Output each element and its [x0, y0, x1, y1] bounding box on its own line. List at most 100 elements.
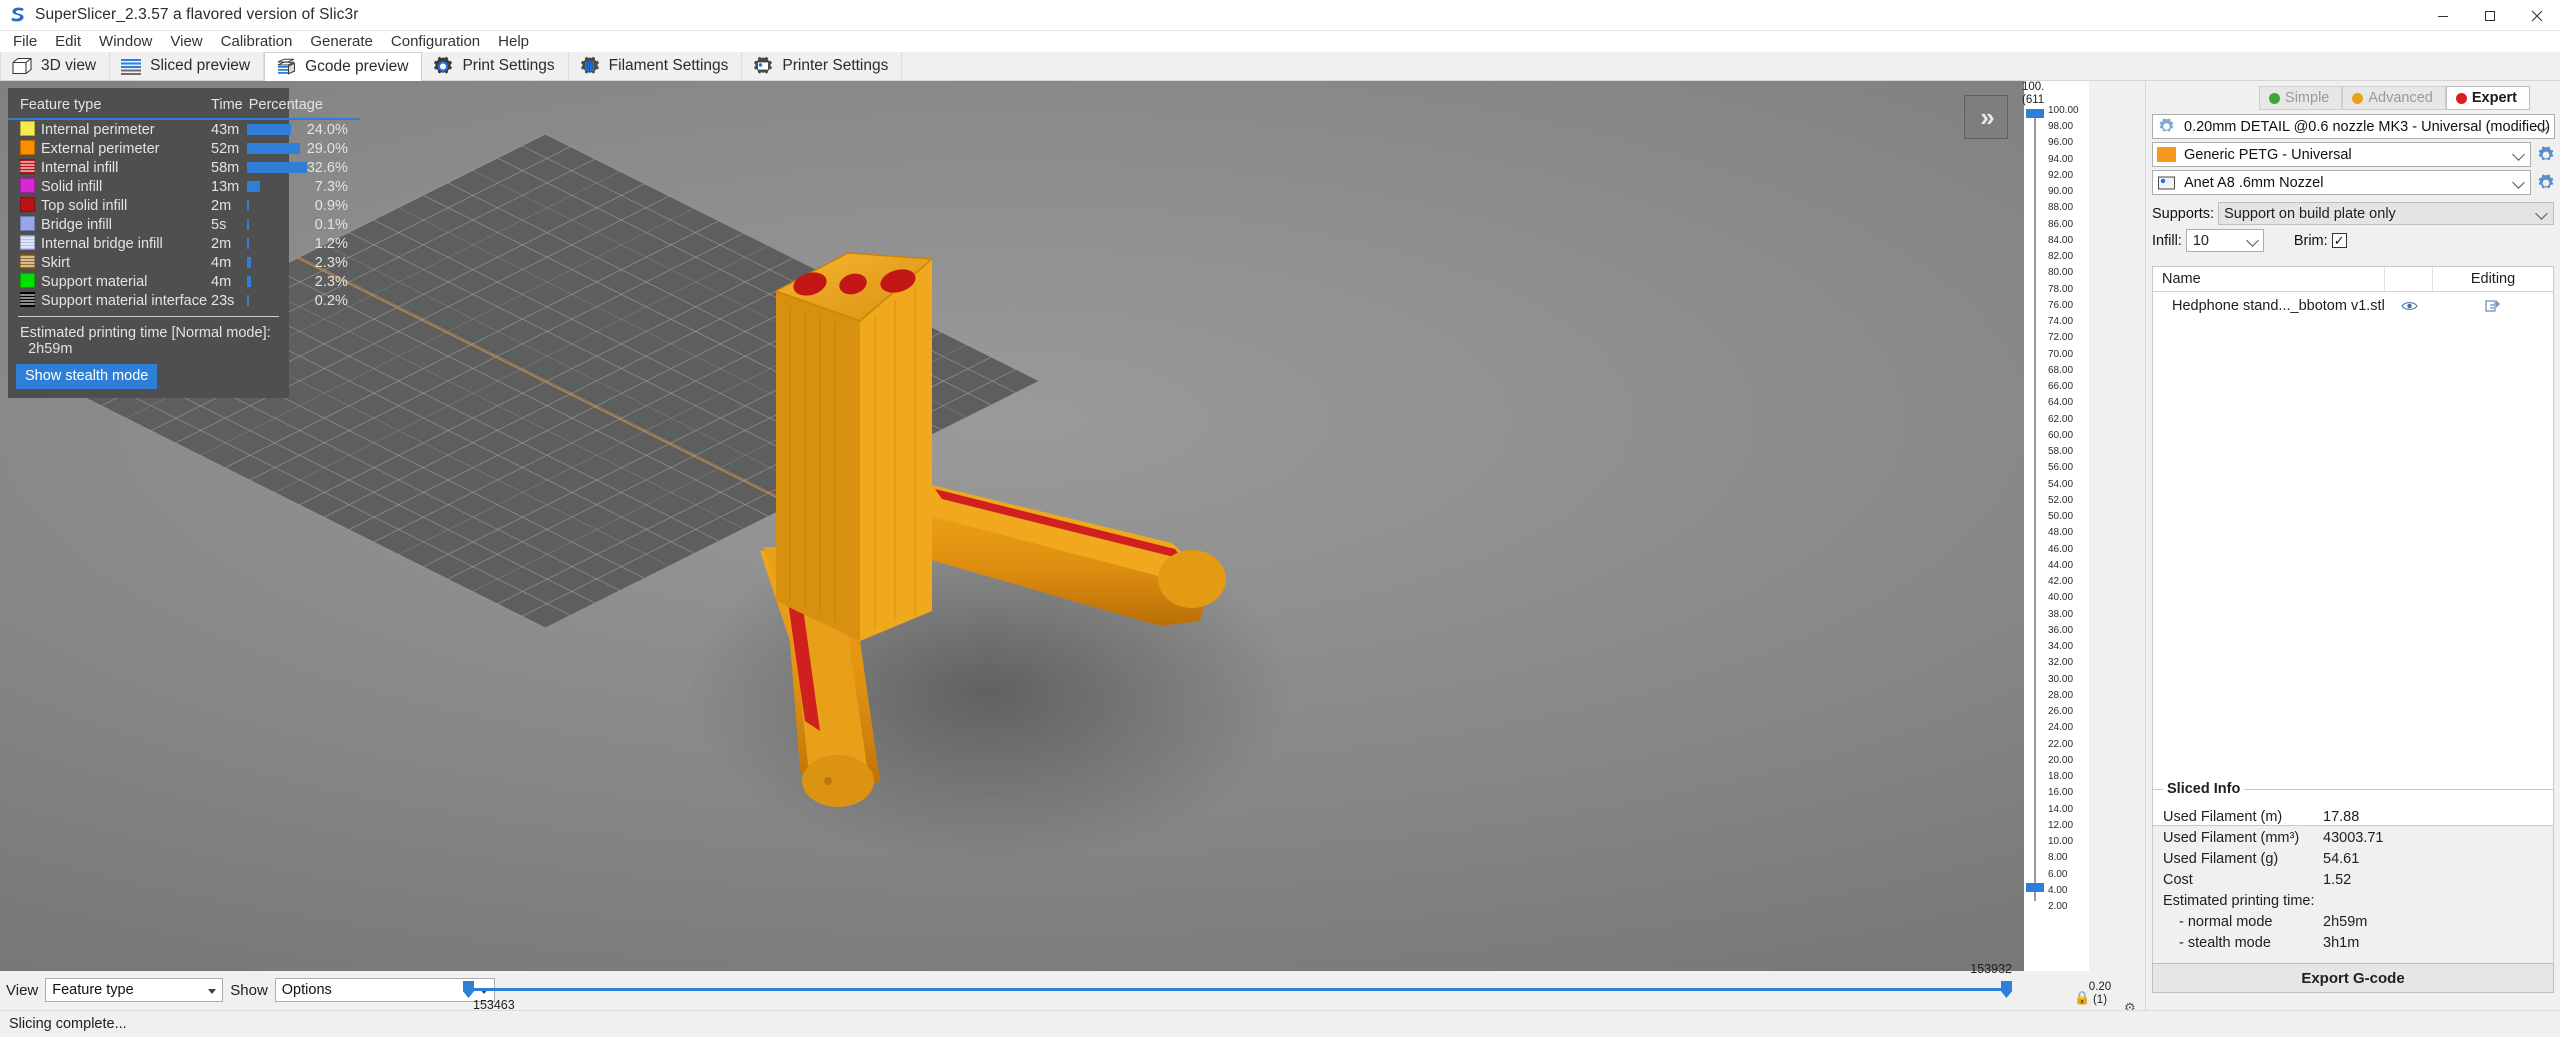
menu-item-calibration[interactable]: Calibration	[212, 32, 302, 52]
export-gcode-button[interactable]: Export G-code	[2152, 963, 2554, 993]
layer-tick-label: 12.00	[2048, 820, 2073, 831]
view-select[interactable]: Feature type	[45, 978, 223, 1002]
legend-row[interactable]: Internal perimeter 43m 24.0%	[8, 119, 360, 139]
tab-printer-settings[interactable]: Printer Settings	[742, 52, 902, 80]
sliced-info-value: 54.61	[2323, 849, 2359, 870]
infill-select[interactable]: 10	[2186, 229, 2264, 252]
tab-print-settings[interactable]: Print Settings	[422, 52, 568, 80]
layer-slider-lock-icon[interactable]: 🔒	[2074, 990, 2090, 1006]
legend-percent: 1.2%	[307, 234, 360, 253]
sliced-info-value: 1.52	[2323, 870, 2351, 891]
menu-item-view[interactable]: View	[161, 32, 211, 52]
layer-tick-label: 14.00	[2048, 804, 2073, 815]
print-preset-select[interactable]: 0.20mm DETAIL @0.6 nozzle MK3 - Universa…	[2152, 114, 2555, 139]
tab-sliced-preview[interactable]: Sliced preview	[110, 52, 264, 80]
legend-name: Internal perimeter	[35, 119, 207, 139]
legend-percent: 24.0%	[307, 119, 360, 139]
legend-swatch	[8, 158, 35, 177]
chevron-down-icon	[2246, 234, 2259, 247]
legend-bar	[243, 253, 307, 272]
object-list-row[interactable]: Hedphone stand..._bbotom v1.stl	[2153, 292, 2553, 319]
printer-settings-cog-icon[interactable]	[2536, 173, 2556, 193]
legend-swatch	[8, 177, 35, 196]
legend-time: 2m	[207, 196, 243, 215]
sliced-info-row: Used Filament (mm³) 43003.71	[2163, 828, 2543, 849]
sliced-info-row: Used Filament (g) 54.61	[2163, 849, 2543, 870]
supports-select[interactable]: Support on build plate only	[2218, 202, 2554, 225]
legend-row[interactable]: Support material 4m 2.3%	[8, 272, 360, 291]
legend-bar	[243, 272, 307, 291]
maximize-button[interactable]	[2466, 0, 2513, 31]
filament-preset-row: Generic PETG - Universal	[2146, 142, 2560, 170]
gear-icon	[432, 55, 454, 77]
layer-tick-label: 54.00	[2048, 479, 2073, 490]
layer-tick-label: 26.00	[2048, 706, 2073, 717]
move-slider[interactable]: 153463 153932	[455, 971, 2020, 1009]
legend-estimated-time: Estimated printing time [Normal mode]: 2…	[8, 317, 289, 364]
layer-slider-upper-handle[interactable]	[2026, 109, 2044, 118]
layer-tick-label: 56.00	[2048, 462, 2073, 473]
menu-item-configuration[interactable]: Configuration	[382, 32, 489, 52]
layer-tick-label: 86.00	[2048, 219, 2073, 230]
layer-slider-track[interactable]	[2034, 111, 2036, 901]
eye-icon[interactable]	[2385, 300, 2433, 312]
mode-dot-expert-icon	[2456, 93, 2467, 104]
layer-tick-label: 66.00	[2048, 381, 2073, 392]
menu-item-edit[interactable]: Edit	[46, 32, 90, 52]
layer-tick-label: 74.00	[2048, 316, 2073, 327]
legend-row[interactable]: External perimeter 52m 29.0%	[8, 139, 360, 158]
legend-row[interactable]: Skirt 4m 2.3%	[8, 253, 360, 272]
legend-row[interactable]: Bridge infill 5s 0.1%	[8, 215, 360, 234]
collapse-sidebar-button[interactable]: »	[1964, 95, 2008, 139]
edit-layers-icon[interactable]	[2433, 299, 2553, 313]
menu-item-generate[interactable]: Generate	[301, 32, 382, 52]
menu-item-file[interactable]: File	[4, 32, 46, 52]
move-slider-track[interactable]	[467, 988, 2008, 991]
legend-percent: 7.3%	[307, 177, 360, 196]
show-stealth-mode-button[interactable]: Show stealth mode	[16, 364, 157, 389]
sliced-info-key: Used Filament (g)	[2163, 849, 2323, 870]
layer-tick-label: 8.00	[2048, 852, 2067, 863]
tab-filament-settings[interactable]: Filament Settings	[569, 52, 743, 80]
printer-icon	[2157, 175, 2176, 191]
brim-label: Brim:	[2294, 233, 2328, 249]
legend-percent: 32.6%	[307, 158, 360, 177]
chevron-down-icon	[2535, 207, 2548, 220]
title-bar: SuperSlicer_2.3.57 a flavored version of…	[0, 0, 2560, 31]
legend-header-feature: Feature type	[8, 94, 207, 118]
filament-settings-cog-icon[interactable]	[2536, 145, 2556, 165]
menu-item-window[interactable]: Window	[90, 32, 161, 52]
mode-button-advanced[interactable]: Advanced	[2342, 86, 2446, 110]
legend-row[interactable]: Internal infill 58m 32.6%	[8, 158, 360, 177]
sliced-info-row: Cost 1.52	[2163, 870, 2543, 891]
close-button[interactable]	[2513, 0, 2560, 31]
mode-button-expert[interactable]: Expert	[2446, 86, 2530, 110]
legend-row[interactable]: Solid infill 13m 7.3%	[8, 177, 360, 196]
layer-tick-label: 76.00	[2048, 300, 2073, 311]
legend-swatch	[8, 119, 35, 139]
object-list-header-spacer	[2385, 267, 2433, 291]
tab-gcode-preview[interactable]: Gcode preview	[264, 52, 422, 81]
legend-row[interactable]: Support material interface 23s 0.2%	[8, 291, 360, 310]
layer-slider-lower-handle[interactable]	[2026, 883, 2044, 892]
printer-gear-icon	[752, 55, 774, 77]
menu-item-help[interactable]: Help	[489, 32, 538, 52]
move-slider-upper-handle[interactable]	[2001, 981, 2012, 998]
minimize-button[interactable]	[2419, 0, 2466, 31]
printer-preset-select[interactable]: Anet A8 .6mm Nozzel	[2152, 170, 2531, 195]
layer-tick-label: 22.00	[2048, 739, 2073, 750]
sliced-info-row: - stealth mode 3h1m	[2163, 933, 2543, 954]
brim-checkbox[interactable]	[2332, 233, 2347, 248]
layer-slider[interactable]	[2024, 81, 2044, 971]
legend-name: Internal infill	[35, 158, 207, 177]
layer-tick-label: 48.00	[2048, 527, 2073, 538]
filament-preset-select[interactable]: Generic PETG - Universal	[2152, 142, 2531, 167]
sliced-info-key: Used Filament (mm³)	[2163, 828, 2323, 849]
tab-3d-view[interactable]: 3D view	[0, 52, 110, 80]
legend-row[interactable]: Top solid infill 2m 0.9%	[8, 196, 360, 215]
mode-button-simple[interactable]: Simple	[2259, 86, 2342, 110]
move-slider-lower-handle[interactable]	[463, 981, 474, 998]
legend-row[interactable]: Internal bridge infill 2m 1.2%	[8, 234, 360, 253]
layer-tick-label: 96.00	[2048, 137, 2073, 148]
tab-print-settings-label: Print Settings	[462, 57, 554, 75]
